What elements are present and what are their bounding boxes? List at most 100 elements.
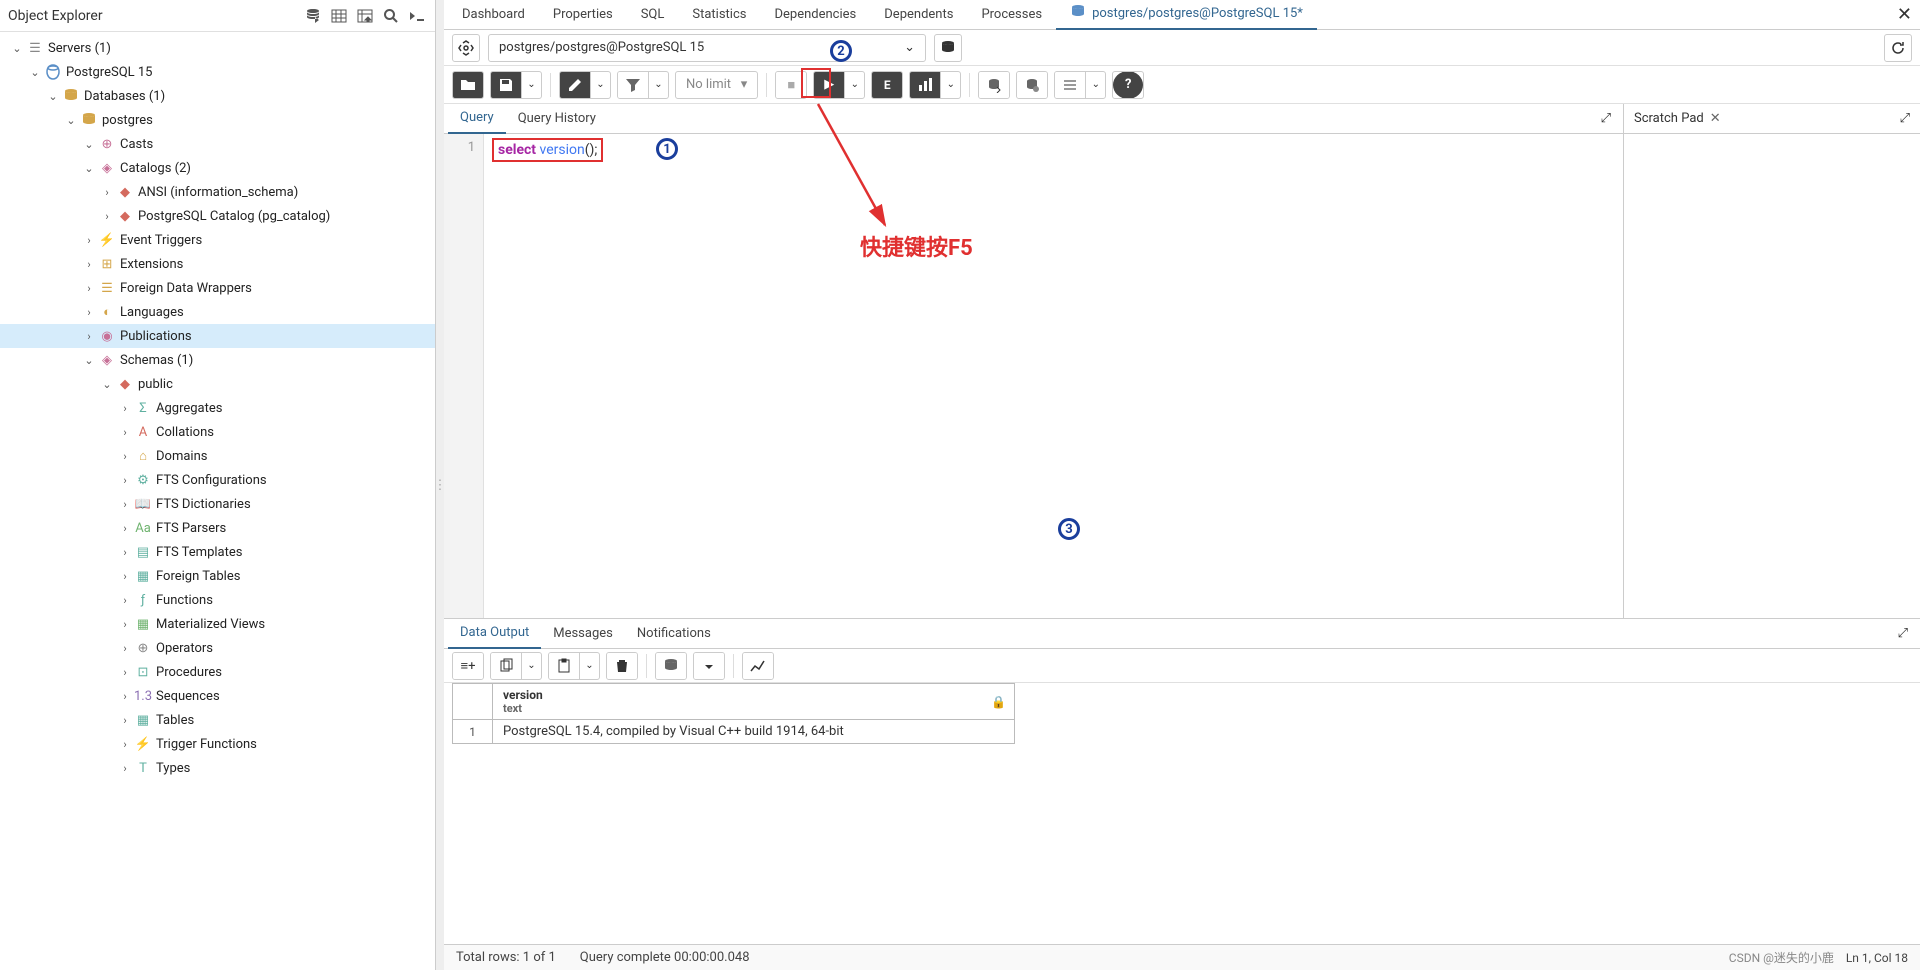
scratch-pad-body[interactable] [1624,134,1920,618]
maximize-editor-icon[interactable]: ⤢ [1593,111,1619,126]
rollback-button[interactable] [1017,71,1047,99]
result-row[interactable]: 1 PostgreSQL 15.4, compiled by Visual C+… [453,720,1015,744]
tab-query-tool[interactable]: postgres/postgres@PostgreSQL 15* [1056,0,1317,30]
callout-2: 2 [830,40,852,62]
callout-3: 3 [1058,518,1080,540]
catalog-icon: ◆ [116,183,134,201]
graph-button[interactable] [743,652,773,680]
save-data-button[interactable] [656,652,686,680]
edit-button[interactable] [560,71,590,99]
paste-dropdown[interactable]: ⌄ [579,652,599,680]
casts-icon: ⊕ [98,135,116,153]
fts-conf-icon: ⚙ [134,471,152,489]
data-output-tab[interactable]: Data Output [448,619,541,649]
macros-button[interactable] [1055,71,1085,99]
schemas-icon: ◈ [98,351,116,369]
reset-layout-icon[interactable] [1884,34,1912,62]
procedures-icon: ⊡ [134,663,152,681]
object-explorer-title: Object Explorer [8,8,303,24]
collations-icon: A [134,423,152,441]
query-tool-icon[interactable] [303,6,323,26]
connection-status-icon[interactable] [452,34,480,62]
filter-dropdown[interactable]: ⌄ [648,71,668,99]
query-history-tab[interactable]: Query History [506,104,608,134]
event-triggers-icon: ⚡ [98,231,116,249]
maximize-results-icon[interactable]: ⤢ [1890,626,1916,641]
tab-dependents[interactable]: Dependents [870,0,967,30]
status-rows: Total rows: 1 of 1 [456,950,556,965]
fts-templates-icon: ▤ [134,543,152,561]
explain-analyze-button[interactable] [910,71,940,99]
tab-dashboard[interactable]: Dashboard [448,0,539,30]
save-dropdown[interactable]: ⌄ [521,71,541,99]
query-tab[interactable]: Query [448,104,506,134]
lock-icon: 🔒 [991,695,1006,709]
catalog-icon: ◆ [116,207,134,225]
filter-rows-icon[interactable] [355,6,375,26]
functions-icon: ƒ [134,591,152,609]
copy-button[interactable] [491,652,521,680]
explain-button[interactable]: E [872,71,902,99]
extensions-icon: ⊞ [98,255,116,273]
messages-tab[interactable]: Messages [541,619,625,649]
main-tabs: Dashboard Properties SQL Statistics Depe… [444,0,1920,30]
trigger-funcs-icon: ⚡ [134,735,152,753]
chevron-down-icon: ⌄ [904,40,915,55]
new-connection-icon[interactable] [934,34,962,62]
row-header-corner[interactable] [453,684,493,720]
delete-button[interactable] [607,652,637,680]
filter-button[interactable] [618,71,648,99]
database-icon [80,111,98,129]
operators-icon: ⊕ [134,639,152,657]
save-button[interactable] [491,71,521,99]
help-button[interactable]: ? [1113,71,1143,99]
tab-close-button[interactable]: ✕ [1897,4,1920,25]
execute-button[interactable]: ▶ [814,71,844,99]
stop-button[interactable]: ■ [776,71,806,99]
callout-1: 1 [656,138,678,160]
add-row-button[interactable]: ≡+ [453,652,483,680]
types-icon: T [134,759,152,777]
status-bar: Total rows: 1 of 1 Query complete 00:00:… [444,944,1920,970]
status-query-complete: Query complete 00:00:00.048 [580,950,750,965]
limit-dropdown[interactable]: No limit ▾ [676,77,757,92]
results-grid[interactable]: version text 🔒 1 PostgreSQL 15.4, compil… [444,683,1920,944]
tables-icon: ▦ [134,711,152,729]
tab-properties[interactable]: Properties [539,0,627,30]
commit-button[interactable] [979,71,1009,99]
status-cursor-pos: Ln 1, Col 18 [1846,951,1908,965]
tab-statistics[interactable]: Statistics [678,0,760,30]
execute-dropdown[interactable]: ⌄ [844,71,864,99]
watermark: CSDN @迷失的小鹿 [1729,951,1834,965]
fdw-icon: ☰ [98,279,116,297]
edit-dropdown[interactable]: ⌄ [590,71,610,99]
fts-dict-icon: 📖 [134,495,152,513]
macros-dropdown[interactable]: ⌄ [1085,71,1105,99]
scratch-maximize-icon[interactable]: ⤢ [1900,111,1910,126]
explain-dropdown[interactable]: ⌄ [940,71,960,99]
sql-editor[interactable]: 1 select version(); [444,134,1623,618]
notifications-tab[interactable]: Notifications [625,619,723,649]
object-tree[interactable]: ⌄☰Servers (1) ⌄PostgreSQL 15 ⌄Databases … [0,32,435,970]
tab-dependencies[interactable]: Dependencies [760,0,870,30]
open-file-button[interactable] [453,71,483,99]
object-explorer-panel: Object Explorer ⌄☰Servers (1) ⌄PostgreSQ… [0,0,436,970]
server-icon [44,63,62,81]
search-icon[interactable] [381,6,401,26]
download-button[interactable] [694,652,724,680]
copy-dropdown[interactable]: ⌄ [521,652,541,680]
view-data-icon[interactable] [329,6,349,26]
paste-button[interactable] [549,652,579,680]
tree-item-publications[interactable]: ›◉Publications [0,324,435,348]
tab-processes[interactable]: Processes [967,0,1056,30]
sequences-icon: 1.3 [134,687,152,705]
connection-dropdown[interactable]: postgres/postgres@PostgreSQL 15 ⌄ [488,34,926,62]
tab-sql[interactable]: SQL [627,0,679,30]
results-panel: Data Output Messages Notifications ⤢ ≡+ … [444,618,1920,944]
psql-icon[interactable] [407,6,427,26]
catalogs-icon: ◈ [98,159,116,177]
scratch-close-icon[interactable]: ✕ [1710,111,1721,126]
schema-icon: ◆ [116,375,134,393]
column-header-version[interactable]: version text 🔒 [493,684,1015,720]
panel-splitter[interactable] [436,0,444,970]
